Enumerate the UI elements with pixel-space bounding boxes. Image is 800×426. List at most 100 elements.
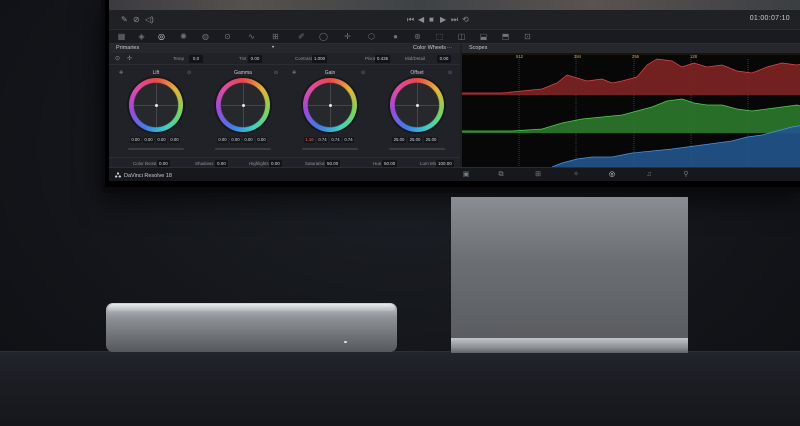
lum-mix-value[interactable]: 100.00 bbox=[436, 160, 454, 167]
hdr-icon[interactable]: ✺ bbox=[179, 32, 188, 41]
hue-value[interactable]: 50.00 bbox=[382, 160, 398, 167]
options-dot-icon[interactable]: • bbox=[272, 44, 274, 53]
gain-wheel-handle[interactable] bbox=[329, 104, 332, 107]
gamma-master-slider[interactable] bbox=[215, 148, 271, 150]
color-boost-value[interactable]: 0.00 bbox=[157, 160, 170, 167]
saturation-value[interactable]: 50.00 bbox=[325, 160, 341, 167]
tint-value[interactable]: 0.00 bbox=[248, 55, 262, 63]
rewind-icon[interactable]: ◀ bbox=[418, 15, 424, 25]
speaker-icon[interactable]: ◁) bbox=[145, 15, 154, 25]
curves-icon[interactable]: ∿ bbox=[247, 32, 256, 41]
sizing-icon[interactable]: ⬚ bbox=[435, 32, 444, 41]
offset-wheel[interactable] bbox=[390, 78, 444, 132]
gain-b-value[interactable]: 0.74 bbox=[343, 137, 354, 143]
tint-label: Tint bbox=[239, 56, 247, 61]
primaries-title: Primaries bbox=[116, 45, 140, 51]
magic-mask-icon[interactable]: ⬡ bbox=[367, 32, 376, 41]
highlights-value[interactable]: 0.00 bbox=[269, 160, 282, 167]
play-icon[interactable]: ▶ bbox=[440, 15, 446, 25]
pivot-value[interactable]: 0.435 bbox=[375, 55, 390, 63]
window-icon[interactable]: ◯ bbox=[319, 32, 328, 41]
gain-g-value[interactable]: 0.74 bbox=[330, 137, 341, 143]
page-edit-icon[interactable]: ⊞ bbox=[533, 171, 543, 179]
blur-icon[interactable]: ● bbox=[391, 32, 400, 41]
gamma-wheel[interactable] bbox=[216, 78, 270, 132]
color-warper-icon[interactable]: ⊞ bbox=[271, 32, 280, 41]
viewer-image bbox=[109, 0, 800, 10]
gain-reset-icon[interactable]: ⊙ bbox=[361, 70, 365, 76]
page-deliver-icon[interactable]: ⚲ bbox=[681, 171, 691, 179]
gamma-wheel-handle[interactable] bbox=[242, 104, 245, 107]
pivot-label: Pivot bbox=[365, 56, 376, 61]
primaries-panel: ⊙ ✢ Temp 0.0 Tint 0.00 Contrast 1.000 Pi… bbox=[109, 53, 460, 167]
scopes-title: Scopes bbox=[469, 45, 488, 51]
gain-r-value[interactable]: 0.74 bbox=[317, 137, 328, 143]
link-icon[interactable]: ⊘ bbox=[133, 15, 140, 25]
stereo-icon[interactable]: ⬒ bbox=[501, 32, 510, 41]
lift-r-value[interactable]: 0.00 bbox=[143, 137, 154, 143]
display-stand bbox=[451, 197, 688, 353]
primaries-bottom-row: Color Boost 0.00 Shadows 0.00 Highlights… bbox=[109, 157, 460, 167]
temp-value[interactable]: 0.0 bbox=[189, 55, 203, 63]
skip-forward-icon[interactable]: ⏭ bbox=[451, 15, 458, 25]
contrast-value[interactable]: 1.000 bbox=[312, 55, 327, 63]
scopes-panel: 512 384 256 128 bbox=[462, 53, 800, 167]
gain-master-slider[interactable] bbox=[302, 148, 358, 150]
page-color-icon[interactable]: ◎ bbox=[607, 171, 617, 179]
motion-effects-icon[interactable]: ⊙ bbox=[223, 32, 232, 41]
lift-b-value[interactable]: 0.00 bbox=[169, 137, 180, 143]
page-fusion-icon[interactable]: ✧ bbox=[571, 171, 581, 179]
lift-wheel[interactable] bbox=[129, 78, 183, 132]
shadows-value[interactable]: 0.00 bbox=[215, 160, 228, 167]
offset-master-slider[interactable] bbox=[389, 148, 445, 150]
lift-wheel-handle[interactable] bbox=[155, 104, 158, 107]
lift-g-value[interactable]: 0.00 bbox=[156, 137, 167, 143]
stop-icon[interactable]: ■ bbox=[429, 15, 434, 25]
options-menu-icon[interactable]: ⋯ bbox=[447, 44, 452, 53]
mid-detail-value[interactable]: 0.00 bbox=[437, 55, 451, 63]
lum-mix-label: Lum Mix bbox=[420, 161, 438, 166]
key-icon[interactable]: ⊛ bbox=[413, 32, 422, 41]
page-media-icon[interactable]: ▣ bbox=[461, 171, 471, 179]
skip-back-icon[interactable]: ⏮ bbox=[407, 15, 414, 25]
gamma-reset-icon[interactable]: ⊙ bbox=[274, 70, 278, 76]
lift-pick-icon[interactable]: ✥ bbox=[119, 70, 123, 76]
app-brand: DaVinci Resolve 18 bbox=[115, 172, 172, 179]
lut-icon[interactable]: ▦ bbox=[117, 32, 126, 41]
gamma-b-value[interactable]: 0.00 bbox=[256, 137, 267, 143]
loop-icon[interactable]: ⟲ bbox=[462, 15, 469, 25]
reset-icon[interactable]: ⊙ bbox=[115, 56, 120, 62]
gain-y-value[interactable]: 1.16 bbox=[304, 137, 315, 143]
3d-icon[interactable]: ◫ bbox=[457, 32, 466, 41]
page-cut-icon[interactable]: ⧉ bbox=[496, 171, 506, 179]
gain-wheel[interactable] bbox=[303, 78, 357, 132]
lift-master-slider[interactable] bbox=[128, 148, 184, 150]
auto-balance-icon[interactable]: ✢ bbox=[127, 56, 132, 62]
gamma-g-value[interactable]: 0.00 bbox=[243, 137, 254, 143]
offset-r-value[interactable]: 25.00 bbox=[392, 137, 406, 143]
page-fairlight-icon[interactable]: ♫ bbox=[644, 171, 654, 179]
gamma-y-value[interactable]: 0.00 bbox=[217, 137, 228, 143]
mac-mini-top bbox=[108, 304, 395, 311]
lift-y-value[interactable]: 0.00 bbox=[130, 137, 141, 143]
tracker-icon[interactable]: ✛ bbox=[343, 32, 352, 41]
offset-g-value[interactable]: 25.00 bbox=[408, 137, 422, 143]
green-channel-trace bbox=[462, 99, 800, 133]
offset-reset-icon[interactable]: ⊙ bbox=[448, 70, 452, 76]
info-icon[interactable]: ⬓ bbox=[479, 32, 488, 41]
color-wheels-icon[interactable]: ◎ bbox=[157, 32, 166, 41]
wheels-mode-select[interactable]: Color Wheels bbox=[413, 44, 446, 53]
gamma-r-value[interactable]: 0.00 bbox=[230, 137, 241, 143]
red-channel-trace bbox=[462, 59, 800, 95]
primaries-header: Primaries • Color Wheels ⋯ bbox=[109, 44, 460, 53]
offset-b-value[interactable]: 25.00 bbox=[424, 137, 438, 143]
offset-wheel-handle[interactable] bbox=[416, 104, 419, 107]
gain-pick-icon[interactable]: ✥ bbox=[292, 70, 296, 76]
scopes-toggle-icon[interactable]: ⊡ bbox=[523, 32, 532, 41]
rgb-mixer-icon[interactable]: ◍ bbox=[201, 32, 210, 41]
lift-reset-icon[interactable]: ⊙ bbox=[187, 70, 191, 76]
color-boost-label: Color Boost bbox=[133, 161, 157, 166]
qualifier-icon[interactable]: ✐ bbox=[297, 32, 306, 41]
match-icon[interactable]: ◈ bbox=[137, 32, 146, 41]
pen-icon[interactable]: ✎ bbox=[121, 15, 128, 25]
